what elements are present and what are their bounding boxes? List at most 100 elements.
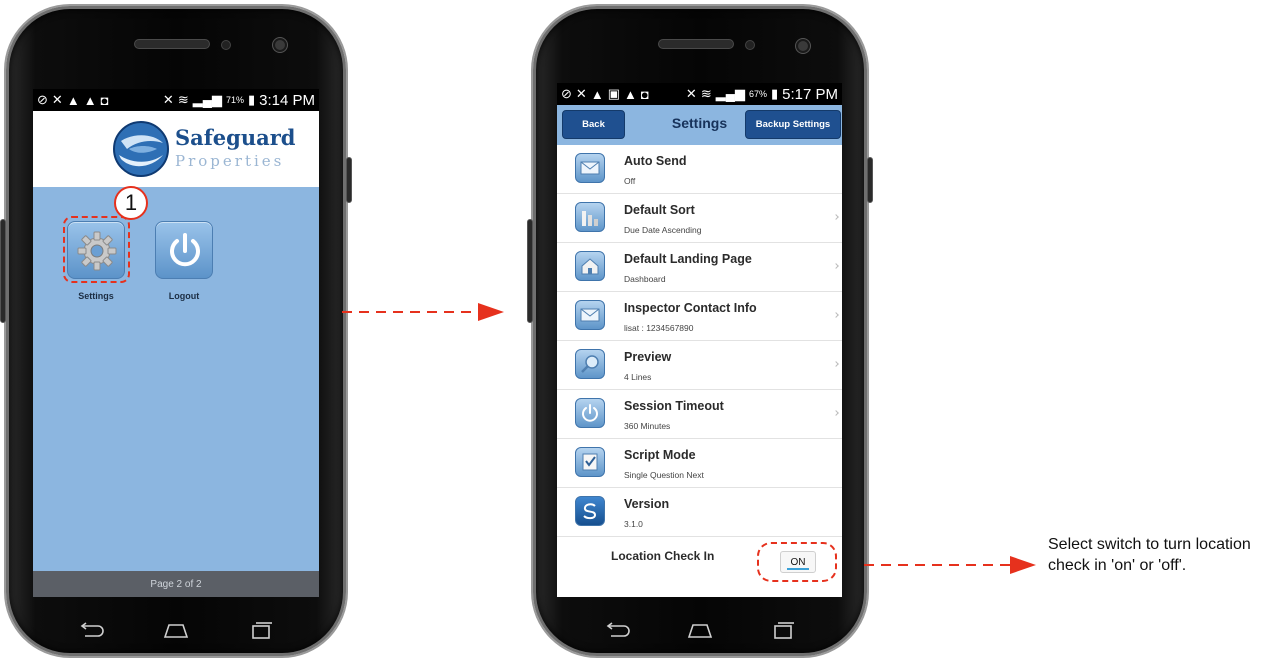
setting-title: Inspector Contact Info [624, 301, 757, 315]
setting-title: Auto Send [624, 154, 687, 168]
status-bar: ⊘ ✕ ▲ ▲ ◘ ✕ ≋ ▂▄▆ 71% ▮ 3:14 PM [33, 89, 319, 111]
photo-icon: ◘ [640, 86, 649, 102]
setting-title: Version [624, 497, 670, 511]
back-nav-icon[interactable] [603, 621, 631, 639]
brand-name: Safeguard [175, 125, 296, 150]
setting-value: Dashboard [624, 274, 666, 284]
home-nav-icon[interactable] [162, 621, 190, 639]
setting-value: 3.1.0 [624, 519, 643, 529]
gallery-icon: ▣ [607, 86, 620, 101]
sort-bars-icon [575, 202, 605, 232]
chevron-right-icon [833, 410, 839, 416]
home-grid: Settings Logout 1 [33, 186, 319, 571]
mute-icon: ✕ [162, 92, 174, 107]
front-camera [796, 39, 810, 53]
sensor [221, 40, 231, 50]
power-icon [575, 398, 605, 428]
globe-logo-icon [113, 121, 169, 177]
step-badge: 1 [114, 186, 148, 220]
sensor [745, 40, 755, 50]
setting-row-inspector-contact-info[interactable]: Inspector Contact Info lisat : 123456789… [557, 292, 842, 341]
chevron-right-icon [833, 361, 839, 367]
warning-icon: ▲ [66, 92, 80, 108]
recents-nav-icon[interactable] [769, 621, 797, 639]
back-button[interactable]: Back [562, 110, 625, 139]
earpiece [658, 39, 734, 49]
power-side-button [867, 157, 873, 203]
home-nav-icon[interactable] [686, 621, 714, 639]
setting-value: Off [624, 176, 636, 186]
setting-value: lisat : 1234567890 [624, 323, 694, 333]
setting-value: 360 Minutes [624, 421, 671, 431]
setting-title: Default Landing Page [624, 252, 752, 266]
android-nav-bar [536, 601, 864, 659]
recents-nav-icon[interactable] [247, 621, 275, 639]
magnifier-icon [575, 349, 605, 379]
battery-icon: ▮ [247, 92, 256, 107]
clock: 5:17 PM [782, 85, 838, 103]
signal-icon: ▂▄▆ [192, 92, 222, 107]
instruction-text: Select switch to turn location check in … [1048, 536, 1251, 574]
front-camera [273, 38, 287, 52]
setting-value: 4 Lines [624, 372, 652, 382]
settings-toolbar: Settings Back Backup Settings [557, 105, 842, 145]
earpiece [134, 39, 210, 49]
app-header: Safeguard Properties [33, 111, 319, 187]
settings-highlight [63, 216, 130, 283]
envelope-icon [575, 300, 605, 330]
setting-row-script-mode[interactable]: Script Mode Single Question Next [557, 439, 842, 488]
notification-icon: ✕ [51, 92, 63, 107]
annotation-arrow-icon [864, 556, 1036, 574]
photo-icon: ◘ [100, 92, 109, 108]
setting-title: Script Mode [624, 448, 696, 462]
setting-row-session-timeout[interactable]: Session Timeout 360 Minutes [557, 390, 842, 439]
android-nav-bar [9, 601, 343, 659]
notification-icon: ✕ [575, 86, 587, 101]
status-bar: ⊘ ✕ ▲ ▣ ▲ ◘ ✕ ≋ ▂▄▆ 67% ▮ 5:17 PM [557, 83, 842, 105]
mail-send-icon [575, 153, 605, 183]
brand-tagline: Properties [175, 152, 285, 170]
wifi-icon: ≋ [177, 92, 189, 107]
do-not-disturb-icon: ⊘ [561, 86, 572, 101]
right-screen: ⊘ ✕ ▲ ▣ ▲ ◘ ✕ ≋ ▂▄▆ 67% ▮ 5:17 PM Settin… [557, 83, 842, 597]
flow-arrow-icon [342, 303, 504, 321]
signal-icon: ▂▄▆ [715, 86, 745, 101]
chevron-right-icon [833, 312, 839, 318]
page-indicator: Page 2 of 2 [33, 571, 319, 597]
battery-icon: ▮ [770, 86, 779, 101]
setting-title: Preview [624, 350, 672, 364]
mute-icon: ✕ [685, 86, 697, 101]
chevron-right-icon [833, 263, 839, 269]
do-not-disturb-icon: ⊘ [37, 92, 48, 107]
battery-percent: 71% [225, 95, 244, 105]
backup-settings-button[interactable]: Backup Settings [745, 110, 841, 139]
location-check-in-row: Location Check In ON [557, 537, 842, 587]
left-screen: ⊘ ✕ ▲ ▲ ◘ ✕ ≋ ▂▄▆ 71% ▮ 3:14 PM Safeguar… [33, 89, 319, 597]
clock: 3:14 PM [259, 91, 315, 109]
setting-row-preview[interactable]: Preview 4 Lines [557, 341, 842, 390]
battery-percent: 67% [748, 89, 767, 99]
setting-value: Due Date Ascending [624, 225, 702, 235]
volume-button [0, 219, 6, 323]
setting-title: Session Timeout [624, 399, 724, 413]
home-icon [575, 251, 605, 281]
chevron-right-icon [833, 214, 839, 220]
right-phone-frame: ⊘ ✕ ▲ ▣ ▲ ◘ ✕ ≋ ▂▄▆ 67% ▮ 5:17 PM Settin… [527, 6, 873, 659]
warning-icon: ▲ [83, 92, 97, 108]
logout-tile-button[interactable] [155, 221, 213, 279]
left-phone-frame: ⊘ ✕ ▲ ▲ ◘ ✕ ≋ ▂▄▆ 71% ▮ 3:14 PM Safeguar… [0, 6, 352, 659]
power-icon [170, 233, 200, 267]
wifi-icon: ≋ [700, 86, 712, 101]
power-side-button [346, 157, 352, 203]
settings-list: Auto Send Off Default Sort Due Date Asce… [557, 145, 842, 587]
settings-tile-label: Settings [78, 291, 114, 301]
volume-button [527, 219, 533, 323]
setting-value: Single Question Next [624, 470, 704, 480]
setting-title: Default Sort [624, 203, 695, 217]
setting-row-default-sort[interactable]: Default Sort Due Date Ascending [557, 194, 842, 243]
setting-row-auto-send[interactable]: Auto Send Off [557, 145, 842, 194]
back-nav-icon[interactable] [77, 621, 105, 639]
warning-icon: ▲ [623, 86, 637, 102]
safeguard-logo-icon [575, 496, 605, 526]
setting-row-default-landing-page[interactable]: Default Landing Page Dashboard [557, 243, 842, 292]
